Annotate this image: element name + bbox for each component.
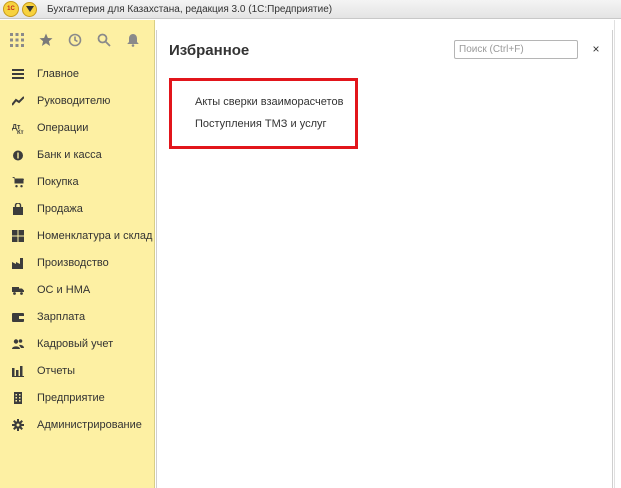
apps-grid-icon[interactable] bbox=[9, 32, 25, 48]
people-icon bbox=[11, 337, 25, 351]
truck-icon bbox=[11, 283, 25, 297]
sidebar-item-bank[interactable]: Банк и касса bbox=[0, 141, 154, 168]
chevron-down-icon bbox=[25, 6, 34, 12]
sidebar-item-administration[interactable]: Администрирование bbox=[0, 411, 154, 438]
sidebar-item-salary[interactable]: Зарплата bbox=[0, 303, 154, 330]
sidebar-item-label: Номенклатура и склад bbox=[37, 229, 153, 242]
sidebar-item-main[interactable]: Главное bbox=[0, 60, 154, 87]
sidebar-item-hr[interactable]: Кадровый учет bbox=[0, 330, 154, 357]
sidebar-item-label: Администрирование bbox=[37, 418, 142, 431]
close-button[interactable]: × bbox=[589, 42, 603, 56]
factory-icon bbox=[11, 256, 25, 270]
sidebar-item-enterprise[interactable]: Предприятие bbox=[0, 384, 154, 411]
sidebar-item-label: Зарплата bbox=[37, 310, 86, 323]
cart-icon bbox=[11, 175, 25, 189]
money-bag-icon bbox=[11, 148, 25, 162]
trend-icon bbox=[11, 94, 25, 108]
title-bar: 1С Бухгалтерия для Казахстана, редакция … bbox=[0, 0, 621, 19]
sidebar-item-label: Производство bbox=[37, 256, 109, 269]
sidebar-item-label: Кадровый учет bbox=[37, 337, 114, 350]
gear-icon bbox=[11, 418, 25, 432]
sidebar-item-label: Предприятие bbox=[37, 391, 105, 404]
page-title: Избранное bbox=[169, 42, 250, 59]
sidebar-item-label: Банк и касса bbox=[37, 148, 102, 161]
app-logo-text: 1С bbox=[7, 6, 15, 12]
sidebar-item-label: Отчеты bbox=[37, 364, 76, 377]
sections-panel: Главное Руководителю Дт Кт Операции Банк … bbox=[0, 20, 155, 488]
favorite-link[interactable]: Акты сверки взаиморасчетов bbox=[195, 96, 355, 118]
shopping-bag-icon bbox=[11, 202, 25, 216]
sidebar-item-label: ОС и НМА bbox=[37, 283, 91, 296]
grid-icon bbox=[11, 229, 25, 243]
close-icon: × bbox=[592, 42, 600, 56]
wallet-icon bbox=[11, 310, 25, 324]
search-input[interactable] bbox=[454, 40, 578, 59]
background-window-edge bbox=[614, 20, 621, 488]
bar-chart-icon bbox=[11, 364, 25, 378]
sidebar-item-fixed-assets[interactable]: ОС и НМА bbox=[0, 276, 154, 303]
history-icon[interactable] bbox=[67, 32, 83, 48]
favorites-panel: Избранное × Акты сверки взаиморасчетов П… bbox=[156, 30, 613, 488]
favorites-list: Акты сверки взаиморасчетов Поступления Т… bbox=[169, 78, 358, 149]
sidebar-item-label: Покупка bbox=[37, 175, 79, 188]
sidebar-item-operations[interactable]: Дт Кт Операции bbox=[0, 114, 154, 141]
sidebar-item-production[interactable]: Производство bbox=[0, 249, 154, 276]
sidebar-toolbar bbox=[0, 20, 154, 60]
sidebar-item-label: Руководителю bbox=[37, 94, 111, 107]
app-logo[interactable]: 1С bbox=[3, 1, 19, 17]
sections-list: Главное Руководителю Дт Кт Операции Банк … bbox=[0, 60, 154, 438]
sidebar-item-label: Операции bbox=[37, 121, 89, 134]
main-menu-button[interactable] bbox=[22, 1, 37, 17]
building-icon bbox=[11, 391, 25, 405]
sidebar-item-label: Главное bbox=[37, 67, 80, 80]
window-title: Бухгалтерия для Казахстана, редакция 3.0… bbox=[47, 3, 333, 15]
debit-credit-icon: Дт Кт bbox=[11, 121, 25, 135]
sidebar-item-reports[interactable]: Отчеты bbox=[0, 357, 154, 384]
svg-text:Кт: Кт bbox=[17, 130, 24, 134]
sidebar-item-manager[interactable]: Руководителю bbox=[0, 87, 154, 114]
favorite-link[interactable]: Поступления ТМЗ и услуг bbox=[195, 118, 355, 140]
sidebar-item-warehouse[interactable]: Номенклатура и склад bbox=[0, 222, 154, 249]
bell-icon[interactable] bbox=[125, 32, 141, 48]
sidebar-item-purchase[interactable]: Покупка bbox=[0, 168, 154, 195]
sidebar-item-sales[interactable]: Продажа bbox=[0, 195, 154, 222]
search-icon[interactable] bbox=[96, 32, 112, 48]
menu-lines-icon bbox=[11, 67, 25, 81]
sidebar-item-label: Продажа bbox=[37, 202, 83, 215]
star-icon[interactable] bbox=[38, 32, 54, 48]
